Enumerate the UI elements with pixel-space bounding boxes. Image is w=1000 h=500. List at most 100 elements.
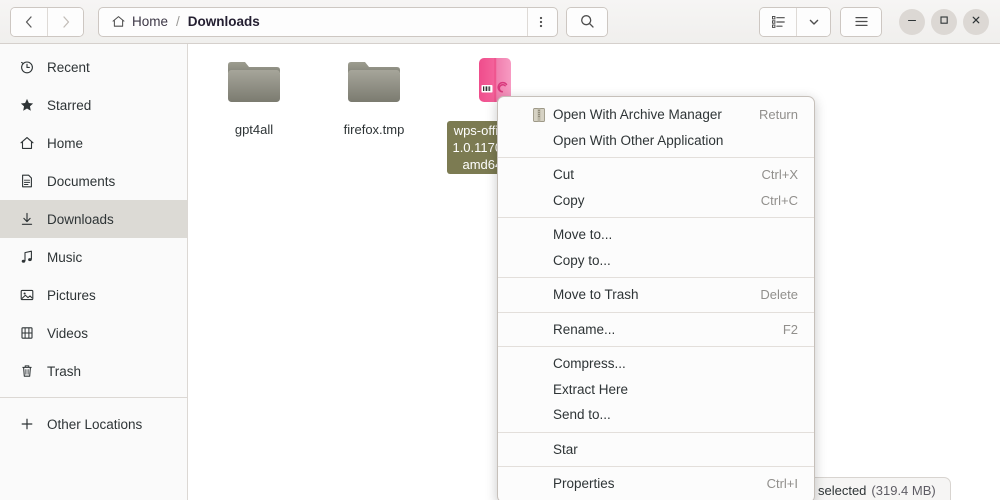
menu-item-label: Send to... [553, 407, 611, 422]
minimize-button[interactable] [899, 9, 925, 35]
archive-icon [531, 107, 547, 123]
sidebar-item-downloads[interactable]: Downloads [0, 200, 187, 238]
sidebar-item-label: Pictures [47, 288, 96, 303]
search-button-group [566, 7, 608, 37]
menu-item-open-with-archive-manager[interactable]: Open With Archive Manager Return [498, 102, 814, 128]
menu-separator [498, 157, 814, 158]
menu-item-accel: Ctrl+I [767, 476, 798, 491]
sidebar: Recent Starred Home Documents Downloads [0, 44, 188, 500]
sidebar-item-label: Trash [47, 364, 81, 379]
menu-item-move-to[interactable]: Move to... [498, 222, 814, 248]
film-icon [18, 325, 35, 342]
sidebar-item-label: Documents [47, 174, 115, 189]
file-item-folder[interactable]: gpt4all [202, 56, 306, 139]
menu-item-copy[interactable]: Copy Ctrl+C [498, 188, 814, 214]
sidebar-item-label: Starred [47, 98, 91, 113]
download-icon [18, 211, 35, 228]
sidebar-item-recent[interactable]: Recent [0, 48, 187, 86]
menu-item-compress[interactable]: Compress... [498, 351, 814, 377]
menu-item-accel: F2 [783, 322, 798, 337]
menu-item-accel: Ctrl+X [762, 167, 798, 182]
sidebar-divider [0, 397, 187, 398]
menu-item-properties[interactable]: Properties Ctrl+I [498, 471, 814, 497]
sidebar-item-label: Other Locations [47, 417, 142, 432]
sidebar-item-trash[interactable]: Trash [0, 352, 187, 390]
menu-item-accel: Return [759, 107, 798, 122]
plus-icon [18, 416, 35, 433]
menu-separator [498, 346, 814, 347]
menu-separator [498, 312, 814, 313]
menu-item-label: Extract Here [553, 382, 628, 397]
sidebar-item-label: Home [47, 136, 83, 151]
menu-item-label: Open With Other Application [553, 133, 723, 148]
sidebar-item-label: Downloads [47, 212, 114, 227]
sidebar-item-other-locations[interactable]: Other Locations [0, 405, 187, 443]
file-name-label: firefox.tmp [340, 120, 409, 139]
chevron-down-icon [807, 15, 821, 29]
menu-item-label: Move to Trash [553, 287, 639, 302]
menu-item-label: Copy [553, 193, 585, 208]
sidebar-item-label: Videos [47, 326, 88, 341]
menu-item-label: Properties [553, 476, 615, 491]
menu-item-rename[interactable]: Rename... F2 [498, 317, 814, 343]
header-bar: Home / Downloads [0, 0, 1000, 44]
home-icon [18, 135, 35, 152]
minimize-icon [906, 13, 918, 31]
view-options-button[interactable] [796, 8, 830, 36]
sidebar-item-label: Recent [47, 60, 90, 75]
menu-item-label: Compress... [553, 356, 626, 371]
list-view-button[interactable] [760, 8, 796, 36]
menu-item-label: Copy to... [553, 253, 611, 268]
view-mode-group [759, 7, 831, 37]
menu-item-open-with-other-application[interactable]: Open With Other Application [498, 128, 814, 154]
list-view-icon [770, 13, 787, 30]
home-icon [111, 14, 126, 29]
menu-item-extract-here[interactable]: Extract Here [498, 377, 814, 403]
back-button[interactable] [11, 8, 47, 36]
chevron-left-icon [21, 14, 37, 30]
breadcrumb[interactable]: Home / Downloads [98, 7, 558, 37]
close-button[interactable] [963, 9, 989, 35]
sidebar-item-starred[interactable]: Starred [0, 86, 187, 124]
sidebar-item-videos[interactable]: Videos [0, 314, 187, 352]
trash-icon [18, 363, 35, 380]
menu-separator [498, 432, 814, 433]
folder-icon [343, 56, 405, 113]
document-icon [18, 173, 35, 190]
navigation-buttons [10, 7, 84, 37]
search-icon [579, 13, 596, 30]
sidebar-item-documents[interactable]: Documents [0, 162, 187, 200]
menu-item-copy-to[interactable]: Copy to... [498, 248, 814, 274]
menu-item-send-to[interactable]: Send to... [498, 402, 814, 428]
path-options-button[interactable] [527, 8, 553, 36]
main-menu-button[interactable] [841, 8, 881, 36]
menu-item-label: Open With Archive Manager [553, 107, 722, 122]
maximize-icon [938, 13, 950, 31]
menu-item-label: Rename... [553, 322, 615, 337]
file-name-label: gpt4all [231, 120, 277, 139]
breadcrumb-current[interactable]: Downloads [188, 14, 260, 29]
header-right-tools [759, 7, 1000, 37]
menu-item-move-to-trash[interactable]: Move to Trash Delete [498, 282, 814, 308]
hamburger-menu-icon [853, 13, 870, 30]
menu-item-star[interactable]: Star [498, 437, 814, 463]
context-menu[interactable]: Open With Archive Manager Return Open Wi… [497, 96, 815, 500]
menu-separator [498, 217, 814, 218]
forward-button[interactable] [47, 8, 83, 36]
menu-separator [498, 466, 814, 467]
search-button[interactable] [567, 8, 607, 36]
menu-item-cut[interactable]: Cut Ctrl+X [498, 162, 814, 188]
breadcrumb-home[interactable]: Home [132, 14, 168, 29]
menu-item-label: Star [553, 442, 578, 457]
breadcrumb-separator: / [176, 14, 180, 29]
star-icon [18, 97, 35, 114]
sidebar-item-music[interactable]: Music [0, 238, 187, 276]
sidebar-item-home[interactable]: Home [0, 124, 187, 162]
image-icon [18, 287, 35, 304]
maximize-button[interactable] [931, 9, 957, 35]
file-item-folder[interactable]: firefox.tmp [322, 56, 426, 139]
clock-icon [18, 59, 35, 76]
sidebar-item-pictures[interactable]: Pictures [0, 276, 187, 314]
window-controls [899, 9, 989, 35]
menu-item-label: Cut [553, 167, 574, 182]
